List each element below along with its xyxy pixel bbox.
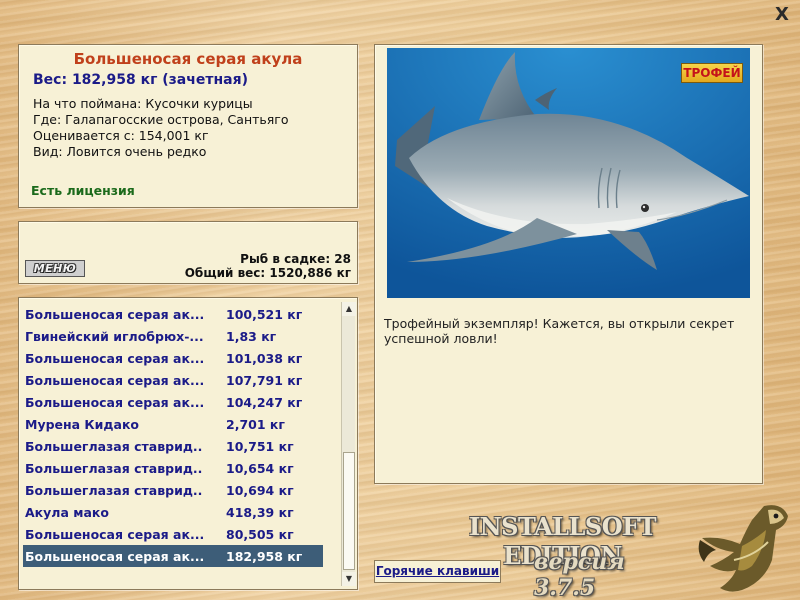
catch-fish-name: Большеносая серая ак...	[25, 549, 203, 564]
catch-list-row[interactable]: Большеглазая ставрид... 10,751 кг	[23, 435, 323, 457]
scroll-up-icon[interactable]: ▲	[342, 302, 356, 316]
catch-list: Большеносая серая ак... 100,521 кг Гвинейс…	[23, 303, 323, 567]
catch-fish-weight: 2,701 кг	[226, 417, 285, 432]
pike-fish-logo	[698, 505, 788, 592]
catch-list-row[interactable]: Акула мако 418,39 кг	[23, 501, 323, 523]
result-message: Трофейный экземпляр! Кажется, вы открыли…	[384, 316, 735, 346]
fish-info-panel: Большеносая серая акула Вес: 182,958 кг …	[18, 44, 358, 208]
value-info: Оценивается с: 154,001 кг	[33, 128, 209, 143]
rarity-info: Вид: Ловится очень редко	[33, 144, 207, 159]
fish-photo: ТРОФЕЙ	[387, 48, 750, 298]
catch-list-row[interactable]: Большеносая серая ак... 104,247 кг	[23, 391, 323, 413]
shark-illustration	[387, 48, 750, 298]
catch-list-row[interactable]: Мурена Кидако 2,701 кг	[23, 413, 323, 435]
catch-list-row[interactable]: Большеносая серая ак... 80,505 кг	[23, 523, 323, 545]
catch-fish-name: Большеносая серая ак...	[25, 527, 203, 542]
catch-fish-name: Акула мако	[25, 505, 109, 520]
catch-fish-weight: 10,694 кг	[226, 483, 294, 498]
catch-fish-weight: 10,654 кг	[226, 461, 294, 476]
catch-fish-weight: 107,791 кг	[226, 373, 303, 388]
catch-fish-name: Большеглазая ставрид...	[25, 461, 203, 476]
catch-fish-name: Большеглазая ставрид...	[25, 439, 203, 454]
catch-list-row[interactable]: Большеносая серая ак... 101,038 кг	[23, 347, 323, 369]
catch-fish-weight: 182,958 кг	[226, 549, 303, 564]
catch-fish-weight: 104,247 кг	[226, 395, 303, 410]
scroll-down-icon[interactable]: ▼	[342, 572, 356, 586]
stats-panel: МЕНЮ Рыб в садке: 28 Общий вес: 1520,886…	[18, 221, 358, 284]
catch-list-row[interactable]: Большеносая серая ак... 182,958 кг	[23, 545, 323, 567]
catch-list-row[interactable]: Большеносая серая ак... 100,521 кг	[23, 303, 323, 325]
catch-fish-weight: 1,83 кг	[226, 329, 277, 344]
menu-button[interactable]: МЕНЮ	[25, 260, 85, 277]
catch-list-panel: Большеносая серая ак... 100,521 кг Гвинейс…	[18, 297, 358, 590]
license-status: Есть лицензия	[31, 183, 135, 198]
close-button[interactable]: X	[771, 5, 793, 25]
catch-fish-weight: 100,521 кг	[226, 307, 303, 322]
catch-fish-name: Большеглазая ставрид...	[25, 483, 203, 498]
catch-fish-name: Большеносая серая ак...	[25, 307, 203, 322]
catch-list-row[interactable]: Большеглазая ставрид... 10,654 кг	[23, 457, 323, 479]
keepnet-count: Рыб в садке: 28	[240, 252, 351, 266]
catch-fish-weight: 10,751 кг	[226, 439, 294, 454]
list-scrollbar[interactable]: ▲ ▼	[341, 302, 356, 586]
catch-list-row[interactable]: Большеглазая ставрид... 10,694 кг	[23, 479, 323, 501]
trophy-badge: ТРОФЕЙ	[681, 63, 743, 83]
photo-panel: ТРОФЕЙ Трофейный экземпляр! Кажется, вы …	[374, 44, 763, 484]
catch-fish-name: Большеносая серая ак...	[25, 395, 203, 410]
bait-info: На что поймана: Кусочки курицы	[33, 96, 253, 111]
catch-fish-name: Большеносая серая ак...	[25, 373, 203, 388]
fish-weight: Вес: 182,958 кг (зачетная)	[33, 72, 248, 88]
location-info: Где: Галапагосские острова, Сантьяго	[33, 112, 289, 127]
fish-title: Большеносая серая акула	[73, 50, 303, 68]
version-label: версия 3.7.5	[534, 549, 625, 600]
catch-fish-weight: 101,038 кг	[226, 351, 303, 366]
catch-list-row[interactable]: Гвинейский иглобрюх-... 1,83 кг	[23, 325, 323, 347]
total-weight: Общий вес: 1520,886 кг	[184, 266, 351, 280]
scroll-thumb[interactable]	[343, 452, 355, 570]
catch-fish-name: Мурена Кидако	[25, 417, 140, 432]
catch-fish-weight: 80,505 кг	[226, 527, 294, 542]
catch-list-row[interactable]: Большеносая серая ак... 107,791 кг	[23, 369, 323, 391]
catch-fish-name: Большеносая серая ак...	[25, 351, 203, 366]
catch-fish-name: Гвинейский иглобрюх-...	[25, 329, 203, 344]
catch-fish-weight: 418,39 кг	[226, 505, 294, 520]
